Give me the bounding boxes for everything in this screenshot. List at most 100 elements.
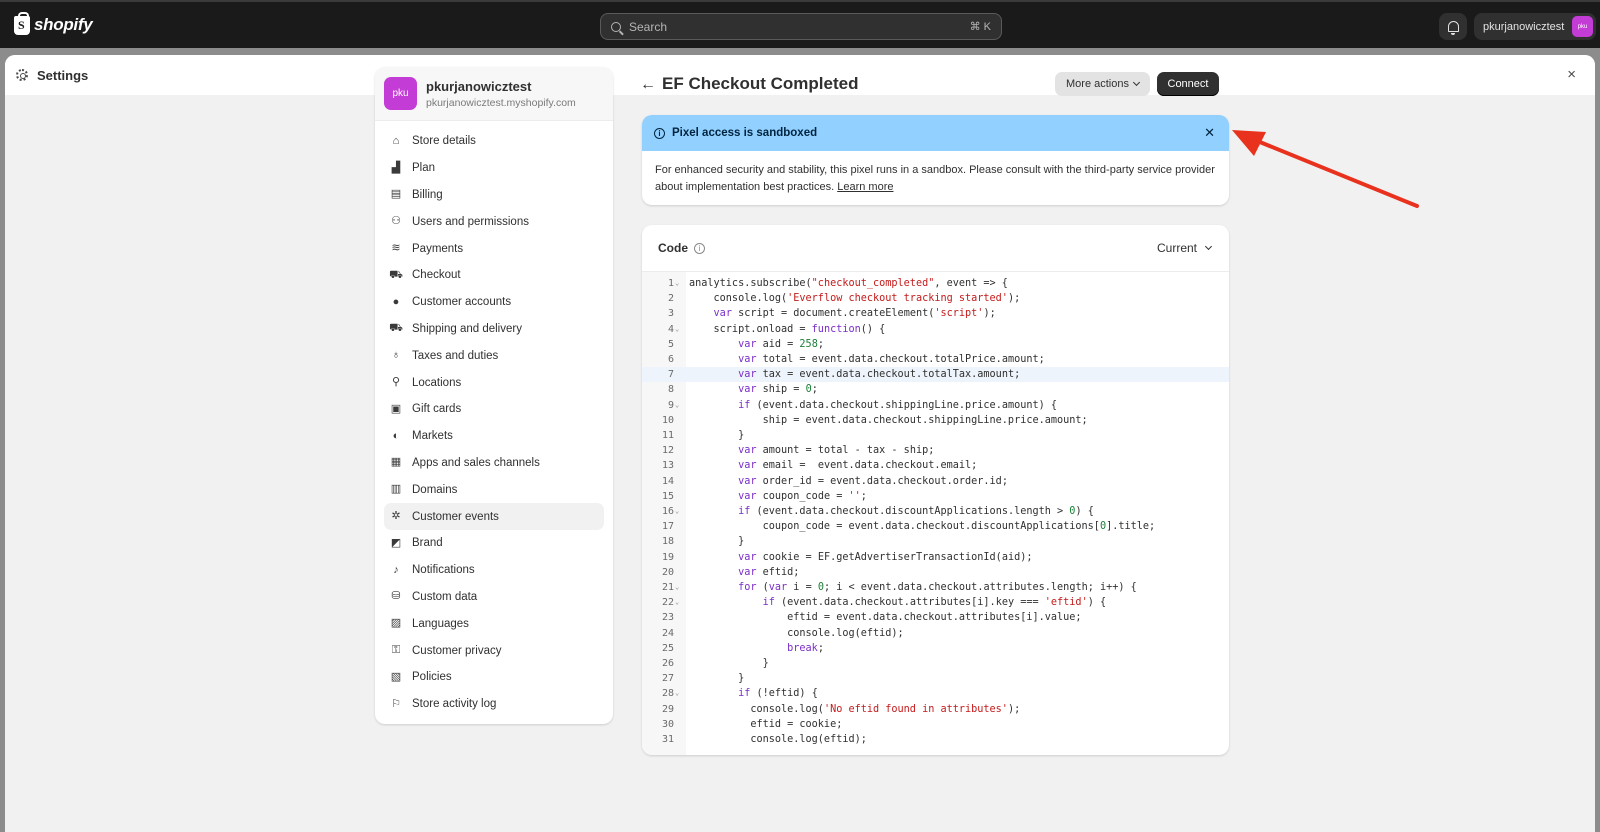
dismiss-banner-button[interactable]: ✕	[1204, 125, 1215, 141]
code-editor[interactable]: 1 ⌄ analytics.subscribe("checkout_complete…	[642, 272, 1229, 755]
code-line[interactable]: 3 var script = document.createElement('s…	[642, 306, 1229, 321]
shopify-logo[interactable]: shopify	[14, 11, 93, 35]
code-line[interactable]: 1 ⌄ analytics.subscribe("checkout_complete…	[642, 276, 1229, 291]
code-line[interactable]: 8 var ship = 0;	[642, 382, 1229, 397]
store-name: pkurjanowicztest	[426, 78, 532, 94]
sidebar-item-custom-data[interactable]: ⛁ Custom data	[384, 584, 604, 611]
sidebar-item-languages[interactable]: ▨ Languages	[384, 610, 604, 637]
banner-body: For enhanced security and stability, thi…	[642, 151, 1229, 205]
learn-more-link[interactable]: Learn more	[837, 181, 893, 193]
code-line[interactable]: 9 ⌄ if (event.data.checkout.shippingLine.…	[642, 398, 1229, 413]
user-menu-button[interactable]: pkurjanowicztest pku	[1474, 13, 1596, 40]
sidebar-item-checkout[interactable]: ⛟ Checkout	[384, 262, 604, 289]
code-line[interactable]: 10 ship = event.data.checkout.shippingLi…	[642, 413, 1229, 428]
close-settings-button[interactable]: ×	[1567, 66, 1576, 83]
sidebar-item-apps-and-sales-channels[interactable]: ▦ Apps and sales channels	[384, 450, 604, 477]
fold-chevron-icon[interactable]: ⌄	[675, 276, 679, 291]
store-activity-log-icon: ⚐	[391, 697, 401, 710]
code-line[interactable]: 29 console.log('No eftid found in attrib…	[642, 702, 1229, 717]
fold-chevron-icon[interactable]: ⌄	[675, 322, 679, 337]
chevron-down-icon	[1204, 242, 1213, 251]
sidebar-item-label: Shipping and delivery	[412, 322, 522, 335]
code-line[interactable]: 17 coupon_code = event.data.checkout.dis…	[642, 519, 1229, 534]
version-select[interactable]: Current	[1157, 241, 1213, 255]
sidebar-item-label: Languages	[412, 617, 469, 630]
code-line[interactable]: 7 var tax = event.data.checkout.totalTax…	[642, 367, 1229, 383]
page-title: EF Checkout Completed	[662, 74, 859, 93]
code-line[interactable]: 27 }	[642, 671, 1229, 686]
help-icon[interactable]: i	[694, 242, 705, 254]
sidebar-item-customer-accounts[interactable]: ● Customer accounts	[384, 289, 604, 316]
locations-icon: ⚲	[391, 376, 401, 389]
sidebar-item-label: Customer accounts	[412, 296, 512, 309]
code-line[interactable]: 16 ⌄ if (event.data.checkout.discountAppl…	[642, 504, 1229, 519]
code-line[interactable]: 25 break;	[642, 641, 1229, 656]
code-line[interactable]: 21 ⌄ for (var i = 0; i < event.data.check…	[642, 580, 1229, 595]
sidebar-item-domains[interactable]: ▥ Domains	[384, 476, 604, 503]
search-placeholder: Search	[629, 19, 668, 34]
sidebar-item-store-details[interactable]: ⌂ Store details	[384, 128, 604, 155]
sidebar-item-billing[interactable]: ▤ Billing	[384, 182, 604, 209]
fold-chevron-icon[interactable]: ⌄	[675, 595, 679, 610]
sidebar-item-brand[interactable]: ◩ Brand	[384, 530, 604, 557]
fold-chevron-icon[interactable]: ⌄	[675, 580, 679, 595]
sidebar-item-customer-events[interactable]: ✲ Customer events	[384, 503, 604, 530]
sidebar-item-shipping-and-delivery[interactable]: ⛟ Shipping and delivery	[384, 316, 604, 343]
code-line[interactable]: 5 var aid = 258;	[642, 337, 1229, 352]
code-line[interactable]: 4 ⌄ script.onload = function() {	[642, 322, 1229, 337]
sidebar-item-payments[interactable]: ≋ Payments	[384, 235, 604, 262]
sidebar-item-notifications[interactable]: ♪ Notifications	[384, 557, 604, 584]
line-number: 7	[667, 369, 674, 381]
code-line[interactable]: 20 var eftid;	[642, 565, 1229, 580]
fold-chevron-icon[interactable]: ⌄	[675, 398, 679, 413]
sidebar-item-locations[interactable]: ⚲ Locations	[384, 369, 604, 396]
code-text: var cookie = EF.getAdvertiserTransaction…	[738, 551, 1033, 563]
back-arrow-button[interactable]: ←	[640, 76, 656, 94]
code-text: console.log(eftid);	[689, 734, 867, 745]
code-line[interactable]: 22 ⌄ if (event.data.checkout.attributes[i…	[642, 595, 1229, 610]
sidebar-item-markets[interactable]: ◐ Markets	[384, 423, 604, 450]
code-line[interactable]: 15 var coupon_code = '';	[642, 489, 1229, 504]
line-number: 19	[661, 551, 674, 563]
sidebar-item-gift-cards[interactable]: ▣ Gift cards	[384, 396, 604, 423]
code-line[interactable]: 11 }	[642, 428, 1229, 443]
notifications-button[interactable]	[1439, 13, 1467, 40]
code-line[interactable]: 12 var amount = total - tax - ship;	[642, 443, 1229, 458]
connect-button[interactable]: Connect	[1157, 72, 1219, 96]
code-line[interactable]: 26 }	[642, 656, 1229, 671]
sidebar-item-plan[interactable]: ▟ Plan	[384, 155, 604, 182]
code-line[interactable]: 23 eftid = event.data.checkout.attribute…	[642, 610, 1229, 625]
fold-chevron-icon[interactable]: ⌄	[675, 686, 679, 701]
line-number: 3	[667, 308, 674, 320]
sidebar-item-taxes-and-duties[interactable]: ♁ Taxes and duties	[384, 342, 604, 369]
sidebar-item-policies[interactable]: ▧ Policies	[384, 664, 604, 691]
sidebar-item-label: Plan	[412, 162, 436, 175]
code-text: console.log(eftid);	[689, 627, 904, 639]
code-card-header: Code i Current	[642, 225, 1229, 272]
code-line[interactable]: 6 var total = event.data.checkout.totalP…	[642, 352, 1229, 367]
user-avatar: pku	[1572, 16, 1593, 37]
banner-text: For enhanced security and stability, thi…	[655, 164, 1215, 193]
line-number: 26	[661, 658, 674, 669]
code-line[interactable]: 14 var order_id = event.data.checkout.or…	[642, 474, 1229, 489]
global-search-input[interactable]: Search ⌘ K	[600, 13, 1002, 40]
sidebar-item-users-and-permissions[interactable]: ⚇ Users and permissions	[384, 208, 604, 235]
more-actions-button[interactable]: More actions	[1055, 72, 1150, 96]
sidebar-item-store-activity-log[interactable]: ⚐ Store activity log	[384, 691, 604, 718]
code-line[interactable]: 19 var cookie = EF.getAdvertiserTransact…	[642, 550, 1229, 565]
code-line[interactable]: 31 console.log(eftid);	[642, 732, 1229, 747]
fold-chevron-icon[interactable]: ⌄	[675, 504, 679, 519]
line-number: 28	[661, 688, 674, 700]
code-line[interactable]: 18 }	[642, 534, 1229, 549]
code-line[interactable]: 24 console.log(eftid);	[642, 626, 1229, 641]
code-line[interactable]: 2 console.log('Everflow checkout trackin…	[642, 291, 1229, 306]
code-text: var coupon_code = '';	[738, 490, 867, 502]
line-number: 20	[661, 566, 674, 578]
line-number: 5	[667, 338, 674, 350]
code-line[interactable]: 13 var email = event.data.checkout.email…	[642, 458, 1229, 473]
code-line[interactable]: 28 ⌄ if (!eftid) {	[642, 686, 1229, 701]
store-header[interactable]: pku pkurjanowicztest pkurjanowicztest.my…	[375, 67, 613, 121]
code-line[interactable]: 30 eftid = cookie;	[642, 717, 1229, 732]
sidebar-item-customer-privacy[interactable]: ⚿ Customer privacy	[384, 637, 604, 664]
sidebar-item-label: Customer events	[412, 510, 499, 523]
